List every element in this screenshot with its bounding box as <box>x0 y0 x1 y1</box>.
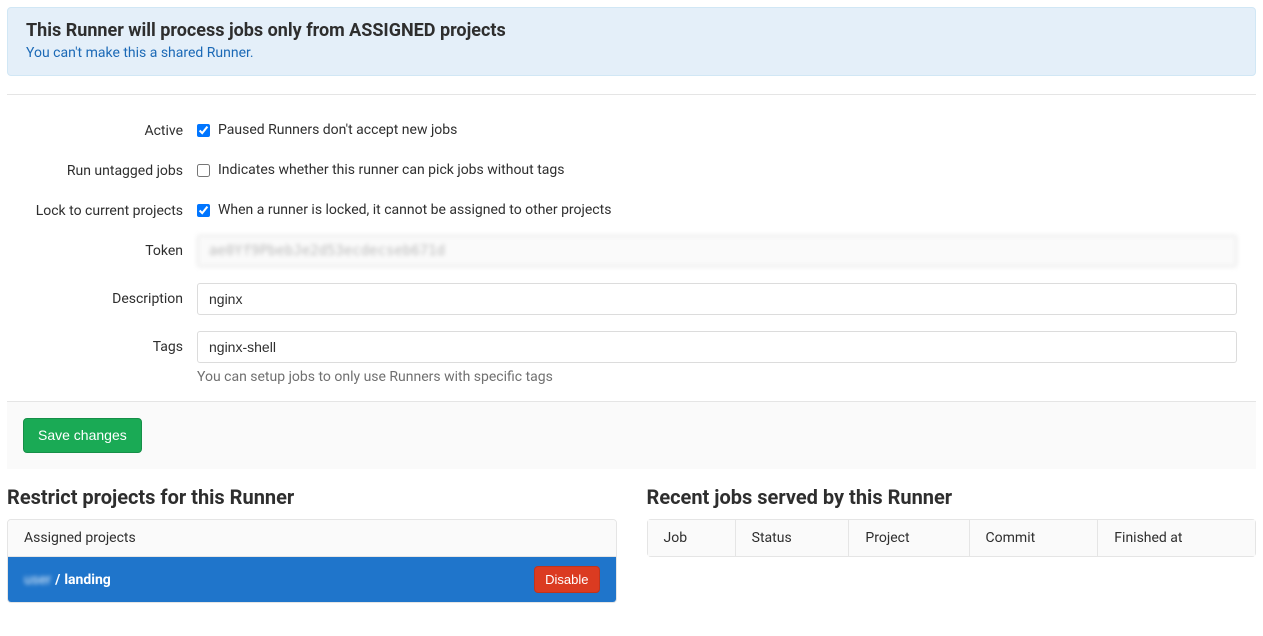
project-repo: landing <box>64 572 110 588</box>
lock-row: Lock to current projects When a runner i… <box>7 195 1256 219</box>
run-untagged-label: Run untagged jobs <box>7 155 197 179</box>
run-untagged-checkbox[interactable] <box>197 164 210 177</box>
alert-subtitle: You can't make this a shared Runner. <box>26 45 1237 61</box>
col-status: Status <box>735 519 849 556</box>
description-row: Description <box>7 283 1256 315</box>
tags-input[interactable] <box>197 331 1237 363</box>
active-help: Paused Runners don't accept new jobs <box>218 122 457 138</box>
active-label: Active <box>7 115 197 139</box>
recent-column: Recent jobs served by this Runner Job St… <box>647 485 1257 604</box>
restrict-title: Restrict projects for this Runner <box>7 485 617 509</box>
active-row: Active Paused Runners don't accept new j… <box>7 115 1256 139</box>
form-actions: Save changes <box>7 401 1256 469</box>
assigned-projects-panel: Assigned projects user / landing Disable <box>7 519 617 604</box>
recent-jobs-table-wrap: Job Status Project Commit Finished at <box>647 519 1257 557</box>
save-button[interactable]: Save changes <box>23 418 142 453</box>
run-untagged-help: Indicates whether this runner can pick j… <box>218 162 565 178</box>
alert-title: This Runner will process jobs only from … <box>26 20 1237 41</box>
recent-title: Recent jobs served by this Runner <box>647 485 1257 509</box>
lock-label: Lock to current projects <box>7 195 197 219</box>
description-label: Description <box>7 283 197 307</box>
lock-help: When a runner is locked, it cannot be as… <box>218 202 611 218</box>
lock-checkbox[interactable] <box>197 204 210 217</box>
disable-button[interactable]: Disable <box>534 566 599 594</box>
token-label: Token <box>7 235 197 259</box>
project-owner: user <box>24 572 51 588</box>
tags-row: Tags You can setup jobs to only use Runn… <box>7 331 1256 385</box>
col-commit: Commit <box>969 519 1098 556</box>
project-name: user / landing <box>24 572 111 588</box>
col-job: Job <box>647 519 735 556</box>
tags-label: Tags <box>7 331 197 355</box>
run-untagged-row: Run untagged jobs Indicates whether this… <box>7 155 1256 179</box>
recent-jobs-table: Job Status Project Commit Finished at <box>647 519 1257 557</box>
restrict-column: Restrict projects for this Runner Assign… <box>7 485 617 604</box>
token-input[interactable] <box>197 235 1237 267</box>
active-checkbox[interactable] <box>197 124 210 137</box>
description-input[interactable] <box>197 283 1237 315</box>
col-project: Project <box>849 519 969 556</box>
project-separator: / <box>55 572 60 588</box>
token-row: Token <box>7 235 1256 267</box>
tags-hint: You can setup jobs to only use Runners w… <box>197 369 1237 385</box>
divider <box>7 94 1256 95</box>
columns: Restrict projects for this Runner Assign… <box>7 485 1256 604</box>
runner-settings-form: Active Paused Runners don't accept new j… <box>7 115 1256 469</box>
project-row[interactable]: user / landing Disable <box>8 557 616 603</box>
assigned-projects-header: Assigned projects <box>8 520 616 557</box>
col-finished-at: Finished at <box>1098 519 1256 556</box>
runner-scope-alert: This Runner will process jobs only from … <box>7 7 1256 76</box>
